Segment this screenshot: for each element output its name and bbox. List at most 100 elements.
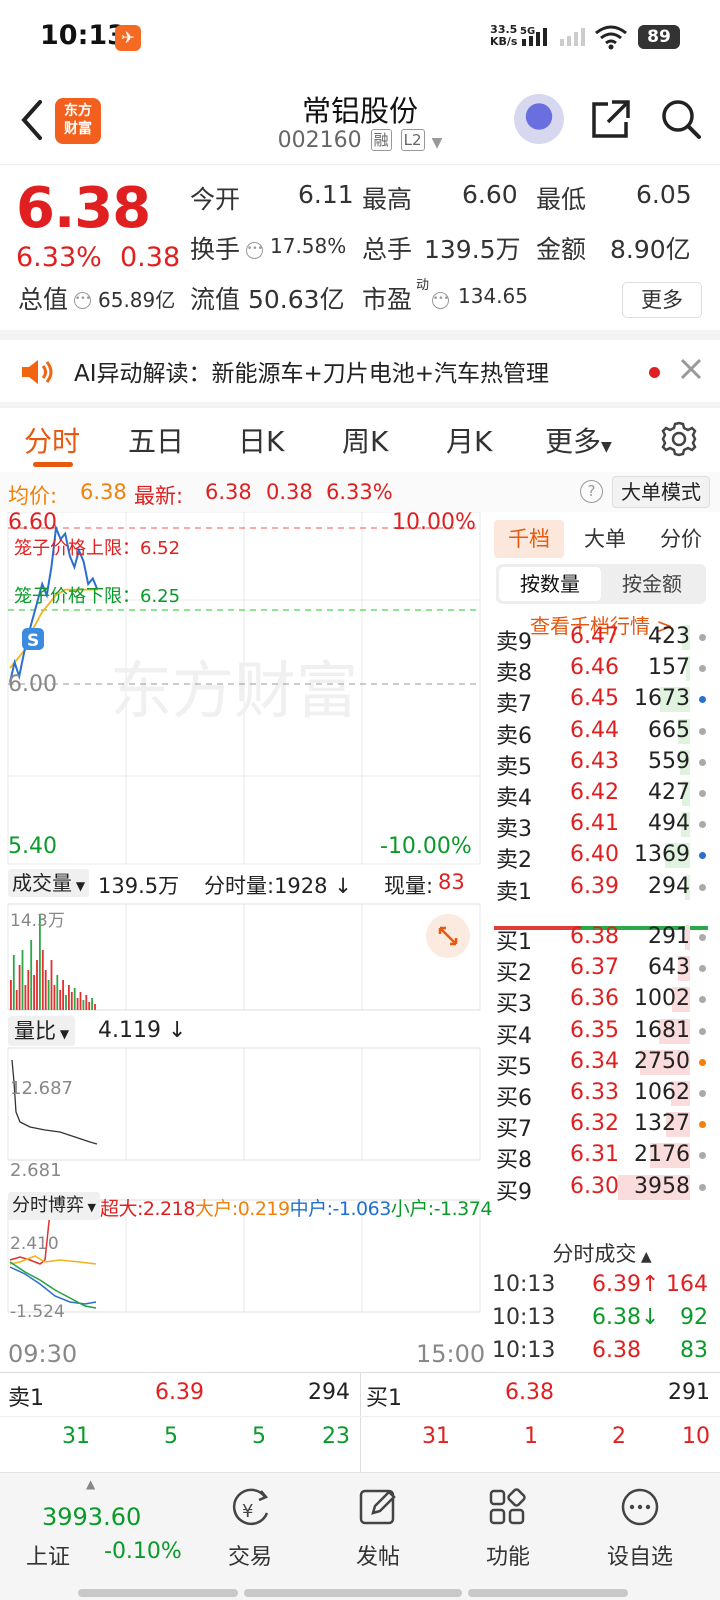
ask-level-row[interactable]: 卖9 6.47 423: [490, 622, 714, 655]
order-book-panel: 千档 大单 分价 按数量 按金额 查看千档行情 > 卖9 6.47 423 卖8 6.4…: [490, 512, 720, 1372]
trades-header[interactable]: 分时成交 ▲: [490, 1238, 714, 1268]
pe-info[interactable]: •••: [430, 280, 451, 309]
ask-level-row[interactable]: 卖7 6.45 1673: [490, 684, 714, 717]
medium-line: [9, 1266, 97, 1305]
low-label: 最低: [536, 185, 587, 214]
pct-axis-bottom: -10.00%: [380, 834, 472, 859]
scroll-handle: [78, 1589, 238, 1597]
bid-level-row[interactable]: 买8 6.31 2176: [490, 1140, 714, 1173]
trade-time: 10:13: [492, 1338, 556, 1363]
ai-assistant-avatar[interactable]: [514, 94, 564, 144]
nav-add-watchlist[interactable]: 设自选: [590, 1483, 690, 1571]
level-indicator-dot: [699, 1027, 706, 1035]
volume-header: 成交量 ▼ 139.5万 分时量:1928 ↓ 现量: 83: [0, 866, 484, 902]
buy1-qty: 291: [668, 1380, 710, 1405]
level-qty: 3958: [634, 1173, 690, 1199]
tab-price-distribution[interactable]: 分价: [646, 520, 716, 558]
bid-level-row[interactable]: 买7 6.32 1327: [490, 1109, 714, 1142]
turnover-info[interactable]: •••: [244, 230, 265, 259]
bid-level-row[interactable]: 买5 6.34 2750: [490, 1047, 714, 1080]
level-qty: 1002: [634, 986, 690, 1012]
ask-level-row[interactable]: 卖8 6.46 157: [490, 653, 714, 686]
tab-more-label: 更多: [545, 425, 602, 458]
level-indicator-dot: [699, 965, 706, 973]
help-icon[interactable]: ?: [580, 480, 603, 503]
level-detail-table: 卖1 6.39 294 买1 6.38 291 31 5 5 23 31 1 2…: [0, 1372, 720, 1472]
volume-bar: [12, 955, 15, 1010]
level-price: 6.36: [570, 986, 619, 1012]
gear-icon[interactable]: [660, 420, 698, 458]
trade-time: 10:13: [492, 1305, 556, 1330]
tab-big-orders[interactable]: 大单: [570, 520, 640, 558]
nav-trade[interactable]: ¥ 交易: [200, 1483, 300, 1571]
level-indicator-dot: [699, 852, 706, 860]
index-value[interactable]: 3993.60: [42, 1503, 141, 1531]
nav-functions[interactable]: 功能: [458, 1483, 558, 1571]
volume-bar: [18, 965, 21, 1010]
notification-app-icon: ✈: [115, 25, 141, 51]
nav-post[interactable]: 发帖: [328, 1483, 428, 1571]
game-selector[interactable]: 分时博弈 ▼: [8, 1192, 100, 1220]
sell1-label: 卖1: [8, 1386, 44, 1411]
volume-bar: [65, 995, 67, 1010]
volume-bar: [53, 985, 56, 1010]
ask-level-row[interactable]: 卖2 6.40 1369: [490, 840, 714, 873]
tab-five-day[interactable]: 五日: [128, 420, 184, 460]
sell1-price: 6.39: [155, 1380, 204, 1405]
amount-value: 8.90亿: [610, 235, 691, 264]
ask-level-row[interactable]: 卖4 6.42 427: [490, 778, 714, 811]
bid-level-row[interactable]: 买6 6.33 1062: [490, 1078, 714, 1111]
game-max: 2.410: [10, 1234, 59, 1254]
bid-level-row[interactable]: 买9 6.30 3958: [490, 1172, 714, 1205]
volume-selector[interactable]: 成交量 ▼: [8, 869, 90, 897]
ask-level-row[interactable]: 卖1 6.39 294: [490, 872, 714, 905]
tab-weekly-k[interactable]: 周K: [342, 420, 388, 460]
tab-thousand-levels[interactable]: 千档: [494, 520, 564, 558]
volume-bar: [30, 940, 33, 1010]
level-indicator-dot: [699, 821, 706, 829]
level-qty: 291: [648, 924, 690, 949]
ai-banner[interactable]: AI异动解读：新能源车+刀片电池+汽车热管理: [0, 340, 720, 402]
bid-level-row[interactable]: 买2 6.37 643: [490, 953, 714, 986]
level-name: 买1: [496, 930, 532, 955]
mcap-info[interactable]: •••: [72, 280, 93, 309]
more-button[interactable]: 更多: [622, 282, 702, 318]
volume-bar: [50, 960, 53, 1010]
buy1-label: 买1: [366, 1386, 402, 1411]
big-label: 大户:: [194, 1198, 238, 1220]
big-order-mode-button[interactable]: 大单模式: [612, 476, 710, 508]
ask-level-row[interactable]: 卖3 6.41 494: [490, 809, 714, 842]
close-icon[interactable]: [678, 356, 704, 382]
tab-more[interactable]: 更多▼: [545, 420, 612, 460]
expand-icon[interactable]: [426, 914, 470, 958]
tab-daily-k[interactable]: 日K: [238, 420, 284, 460]
level-name: 买8: [496, 1148, 532, 1174]
volume-bar: [33, 975, 35, 1010]
share-icon[interactable]: [590, 98, 632, 140]
level-name: 卖5: [496, 754, 532, 780]
s-badge-text: S: [27, 631, 39, 651]
apps-grid-icon: [489, 1488, 526, 1525]
level-qty: 1673: [634, 686, 690, 712]
bid-level-row[interactable]: 买1 6.38 291: [490, 922, 714, 955]
ratio-selector[interactable]: 量比 ▼: [8, 1016, 76, 1046]
bid-level-row[interactable]: 买4 6.35 1681: [490, 1016, 714, 1049]
by-amount-option[interactable]: 按金额: [601, 567, 703, 601]
ask-level-row[interactable]: 卖6 6.44 665: [490, 716, 714, 749]
tab-intraday[interactable]: 分时: [24, 420, 80, 460]
trade-time: 10:13: [492, 1272, 556, 1297]
bid-level-row[interactable]: 买3 6.36 1002: [490, 984, 714, 1017]
level-indicator-dot: [699, 634, 706, 641]
by-quantity-option[interactable]: 按数量: [499, 567, 601, 601]
level-qty: 494: [648, 811, 690, 837]
search-icon[interactable]: [660, 98, 702, 140]
volume-selector-label: 成交量: [12, 871, 72, 895]
expand-up-icon[interactable]: ▲: [86, 1477, 95, 1491]
ask-level-row[interactable]: 卖5 6.43 559: [490, 747, 714, 780]
tab-monthly-k[interactable]: 月K: [446, 420, 492, 460]
nav-add-watchlist-label: 设自选: [606, 1545, 673, 1570]
index-name: 上证: [26, 1545, 71, 1570]
change-value: 0.38: [266, 480, 313, 504]
intraday-chart[interactable]: 东方财富 S: [0, 512, 484, 1372]
level-qty: 1327: [634, 1111, 690, 1137]
